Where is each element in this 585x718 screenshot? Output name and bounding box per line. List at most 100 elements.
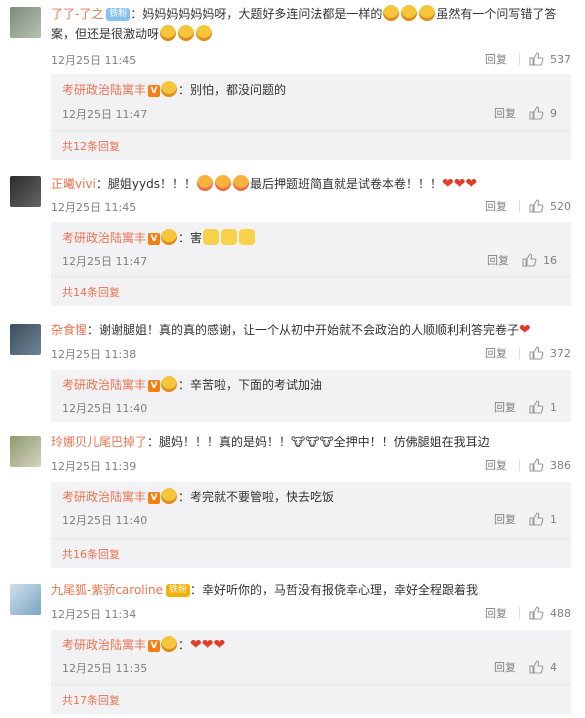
more-replies-link[interactable]: 共17条回复 [62,692,120,708]
reply-button[interactable]: 回复 [485,605,507,621]
more-replies-link[interactable]: 共16条回复 [62,546,120,562]
thumb-up-icon[interactable] [528,345,544,361]
heart-icon: ❤❤❤ [441,176,478,192]
username-link[interactable]: 正曦vivi [51,177,96,191]
verified-badge: V [148,379,161,392]
emoji-icon [161,229,178,245]
comment-actions: 回复 488 [485,605,571,621]
like-count: 1 [550,512,557,526]
reply-actions: 回复 1 [494,399,557,415]
username-link[interactable]: 杂食惺 [51,323,87,337]
reply-author-link[interactable]: 考研政治陆寓丰 [62,378,146,392]
reply-text: 考研政治陆寓丰 V ：别怕，都没问题的 [62,80,561,100]
comment-body: ： [130,7,143,21]
reply-actions: 回复 9 [494,105,557,121]
emoji-icon [221,229,238,245]
thumb-up-icon[interactable] [528,198,544,214]
verified-badge: V [148,84,161,97]
comment-item: 九尾狐-紫骄caroline 铁粉 ：幸好听你的，马哲没有报侥幸心理，幸好全程跟着我… [0,578,585,714]
reply-time: 12月25日 11:40 [62,514,148,527]
more-replies-link[interactable]: 共14条回复 [62,284,120,300]
like-count: 16 [543,253,557,267]
avatar[interactable] [10,7,41,38]
like-count: 9 [550,106,557,120]
divider [51,276,571,277]
reply-time: 12月25日 11:47 [62,108,148,121]
emoji-icon [239,229,256,245]
reply-body: ： [178,638,191,652]
like-count: 488 [550,606,571,620]
like-count: 537 [550,52,571,66]
thumb-up-icon[interactable] [528,659,544,675]
like-count: 386 [550,458,571,472]
reply-author-link[interactable]: 考研政治陆寓丰 [62,231,146,245]
username-link[interactable]: 玲娜贝儿尾巴掉了 [51,435,147,449]
reply-time: 12月25日 11:35 [62,662,148,675]
reply-box: 考研政治陆寓丰 V ：考完就不要管啦，快去吃饭 12月25日 11:40 回复 1 … [51,482,571,568]
emoji-icon [196,25,213,41]
username-link[interactable]: 九尾狐-紫骄caroline [51,583,163,597]
emoji-icon [203,229,220,245]
reply-time: 12月25日 11:40 [62,402,148,415]
reply-box: 考研政治陆寓丰 V ：害 12月25日 11:47 回复 16 共14条回复 [51,222,571,306]
divider [519,53,520,65]
emoji-icon [383,5,400,21]
reply-time: 12月25日 11:47 [62,255,148,268]
comment-body: ：幸好听你的，马哲没有报侥幸心理，幸好全程跟着我 [189,583,478,597]
comment-actions: 回复 372 [485,345,571,361]
divider [51,684,571,685]
emoji-icon [232,175,249,191]
divider [51,538,571,539]
fan-badge: 铁粉 [106,8,131,21]
comment-time: 12月25日 11:38 [51,348,137,361]
username-link[interactable]: 了了-了之 [51,7,103,21]
reply-author-link[interactable]: 考研政治陆寓丰 [62,638,146,652]
comment-body: 妈妈妈妈妈妈呀，大题好多连问法都是一样的 [142,7,383,21]
like-count: 520 [550,199,571,213]
emoji-icon [401,5,418,21]
reply-author-link[interactable]: 考研政治陆寓丰 [62,490,146,504]
thumb-up-icon[interactable] [528,511,544,527]
reply-button[interactable]: 回复 [485,198,507,214]
verified-badge: V [148,232,161,245]
emoji-icon [214,175,231,191]
reply-button[interactable]: 回复 [494,511,516,527]
comment-time: 12月25日 11:45 [51,54,137,67]
reply-text: 考研政治陆寓丰 V ：考完就不要管啦，快去吃饭 [62,487,561,507]
comment-time: 12月25日 11:45 [51,201,137,214]
more-replies-link[interactable]: 共12条回复 [62,138,120,154]
comment-time: 12月25日 11:34 [51,608,137,621]
avatar[interactable] [10,584,41,615]
comment-item: 杂食惺：谢谢腿姐！真的真的感谢，让一个从初中开始就不会政治的人顺顺利利答完卷子❤… [0,318,585,422]
divider [519,200,520,212]
reply-text: 考研政治陆寓丰 V ：❤❤❤ [62,635,561,655]
thumb-up-icon[interactable] [528,605,544,621]
reply-button[interactable]: 回复 [485,51,507,67]
comment-text: 正曦vivi：腿姐yyds！！！ 最后押题班简直就是试卷本卷！！！❤❤❤ [51,174,571,194]
reply-text: 考研政治陆寓丰 V ：辛苦啦，下面的考试加油 [62,375,561,395]
avatar[interactable] [10,436,41,467]
thumb-up-icon[interactable] [521,252,537,268]
comment-item: 了了-了之 铁粉 ：妈妈妈妈妈妈呀，大题好多连问法都是一样的 虽然有一个问写错了答案，… [0,0,585,160]
thumb-up-icon[interactable] [528,51,544,67]
reply-button[interactable]: 回复 [494,105,516,121]
emoji-icon [178,25,195,41]
reply-button[interactable]: 回复 [494,659,516,675]
emoji-icon [419,5,436,21]
thumb-up-icon[interactable] [528,457,544,473]
reply-body: ：害 [178,231,203,245]
comment-actions: 回复 386 [485,457,571,473]
comment-body: ：腿姐yyds！！！ [95,177,196,191]
avatar[interactable] [10,324,41,355]
reply-body: ：别怕，都没问题的 [178,83,287,97]
avatar[interactable] [10,176,41,207]
emoji-icon [161,376,178,392]
thumb-up-icon[interactable] [528,105,544,121]
reply-button[interactable]: 回复 [485,457,507,473]
reply-button[interactable]: 回复 [485,345,507,361]
like-count: 372 [550,346,571,360]
reply-button[interactable]: 回复 [494,399,516,415]
thumb-up-icon[interactable] [528,399,544,415]
reply-author-link[interactable]: 考研政治陆寓丰 [62,83,146,97]
reply-button[interactable]: 回复 [487,252,509,268]
